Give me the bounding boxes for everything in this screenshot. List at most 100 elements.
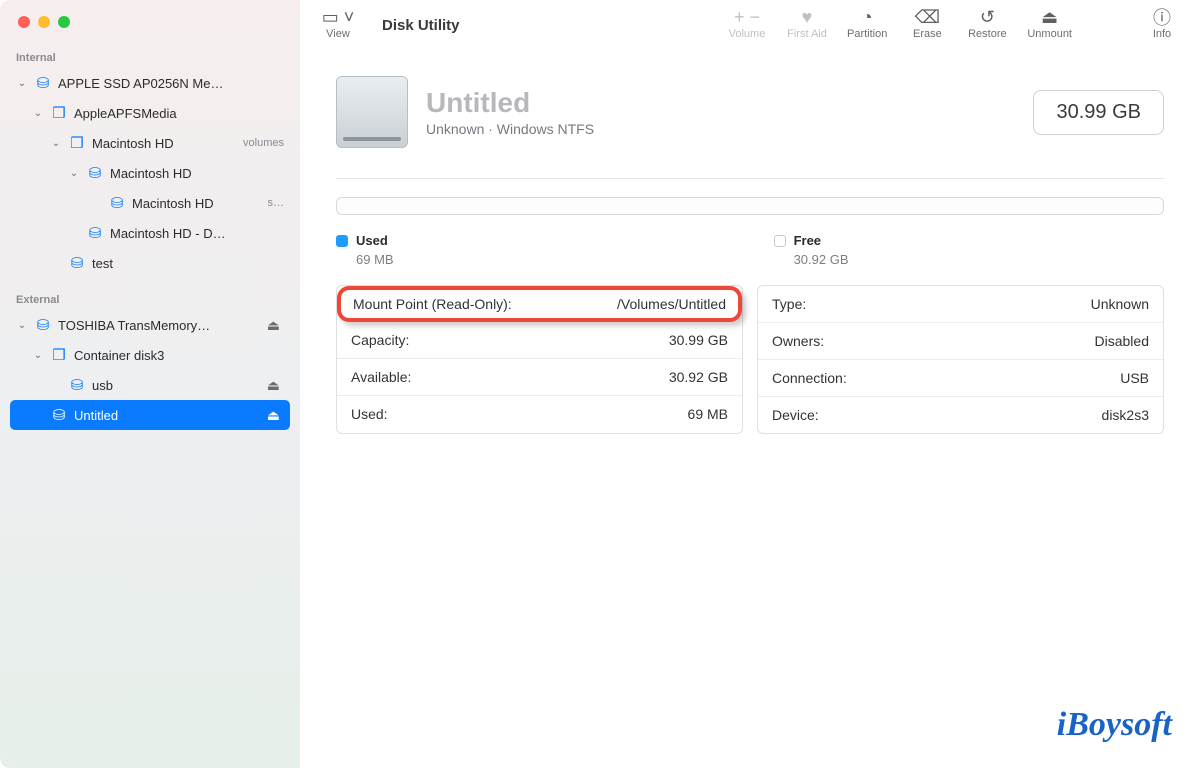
free-label: Free (794, 233, 821, 248)
window: Internal ⌄ ⛁ APPLE SSD AP0256N Me… ⌄ ❒ AppleA… (0, 0, 1200, 768)
sidebar-item-label: test (92, 256, 284, 271)
sidebar-item-label: AppleAPFSMedia (74, 106, 284, 121)
detail-key: Owners: (772, 333, 824, 349)
detail-value: 30.99 GB (669, 332, 728, 348)
sidebar-item[interactable]: ⌄ ⛁ TOSHIBA TransMemory… ⏏ (10, 310, 290, 340)
chevron-down-icon[interactable]: ⌄ (68, 168, 80, 179)
detail-key: Used: (351, 406, 388, 422)
main-pane: ▭ ˅ View Disk Utility + − Volume ♥︎ Firs… (300, 0, 1200, 768)
toolbar: ▭ ˅ View Disk Utility + − Volume ♥︎ Firs… (300, 0, 1200, 54)
plus-minus-icon: + − (734, 6, 760, 28)
detail-row: Available: 30.92 GB (337, 359, 742, 396)
detail-key: Capacity: (351, 332, 409, 348)
detail-key: Type: (772, 296, 806, 312)
stethoscope-icon: ♥︎ (802, 6, 813, 28)
sidebar-item-tag: s… (268, 197, 285, 209)
capacity-badge: 30.99 GB (1033, 90, 1164, 135)
detail-row: Type: Unknown (758, 286, 1163, 323)
disk-icon: ⛁ (86, 224, 104, 242)
sidebar-item[interactable]: ⛁ test (10, 248, 290, 278)
detail-value: Disabled (1095, 333, 1149, 349)
sidebar-item[interactable]: ⌄ ❒ AppleAPFSMedia (10, 98, 290, 128)
detail-row: Connection: USB (758, 360, 1163, 397)
chevron-down-icon[interactable]: ⌄ (32, 350, 44, 361)
detail-key: Mount Point (Read-Only): (353, 296, 512, 312)
sidebar-item[interactable]: ⌄❒Macintosh HDvolumes (10, 128, 290, 158)
eject-icon[interactable]: ⏏ (267, 317, 284, 334)
zoom-icon[interactable] (58, 16, 70, 28)
chevron-down-icon[interactable]: ⌄ (32, 108, 44, 119)
sidebar-item[interactable]: ⛁Macintosh HDs… (10, 188, 290, 218)
sidebar-item[interactable]: ⌄ ❒ Container disk3 (10, 340, 290, 370)
detail-row: Device: disk2s3 (758, 397, 1163, 433)
section-internal: Internal (10, 46, 290, 68)
view-button[interactable]: ▭ ˅ View (318, 6, 358, 40)
detail-key: Available: (351, 369, 411, 385)
detail-value: 30.92 GB (669, 369, 728, 385)
restore-icon: ↺ (980, 6, 995, 28)
sidebar-item-label: Macintosh HD (110, 166, 284, 181)
detail-value: Unknown (1091, 296, 1149, 312)
disk-icon: ⛁ (68, 376, 86, 394)
disk-icon: ⛁ (34, 316, 52, 334)
free-swatch-icon (774, 235, 786, 247)
container-icon: ❒ (50, 346, 68, 364)
pie-icon: ◔ (862, 6, 873, 28)
sidebar-item-label: Container disk3 (74, 348, 284, 363)
detail-row: Used: 69 MB (337, 396, 742, 432)
volume-name: Untitled (426, 87, 1015, 119)
detail-value: 69 MB (688, 406, 728, 422)
sidebar-item[interactable]: ⛁Untitled⏏ (10, 400, 290, 430)
erase-button[interactable]: ⌫ Erase (907, 6, 947, 40)
details-left: Mount Point (Read-Only): /Volumes/Untitle… (336, 285, 743, 434)
detail-key: Device: (772, 407, 819, 423)
partition-button[interactable]: ◔ Partition (847, 6, 887, 40)
container-icon: ❒ (68, 134, 86, 152)
volume-button: + − Volume (727, 6, 767, 40)
section-external: External (10, 288, 290, 310)
detail-value: /Volumes/Untitled (617, 296, 726, 312)
detail-row: Mount Point (Read-Only): /Volumes/Untitle… (337, 286, 742, 322)
used-value: 69 MB (336, 252, 394, 267)
sidebar-item-label: APPLE SSD AP0256N Me… (58, 76, 284, 91)
chevron-down-icon[interactable]: ⌄ (16, 78, 28, 89)
detail-value: USB (1120, 370, 1149, 386)
used-swatch-icon (336, 235, 348, 247)
sidebar-item[interactable]: ⌄ ⛁ Macintosh HD (10, 158, 290, 188)
info-button[interactable]: ⓘ Info (1142, 6, 1182, 40)
disk-icon: ⛁ (108, 194, 126, 212)
app-title: Disk Utility (382, 17, 460, 34)
detail-row: Owners: Disabled (758, 323, 1163, 360)
minimize-icon[interactable] (38, 16, 50, 28)
disk-icon: ⛁ (68, 254, 86, 272)
sidebar-item-label: usb (92, 378, 261, 393)
used-label: Used (356, 233, 388, 248)
erase-icon: ⌫ (915, 6, 940, 28)
window-controls (10, 12, 290, 46)
chevron-down-icon[interactable]: ⌄ (50, 138, 62, 149)
content: Untitled Unknown · Windows NTFS 30.99 GB… (300, 54, 1200, 768)
detail-value: disk2s3 (1102, 407, 1149, 423)
disk-icon: ⛁ (34, 74, 52, 92)
disk-icon: ⛁ (86, 164, 104, 182)
chevron-down-icon[interactable]: ⌄ (16, 320, 28, 331)
sidebar-item-label: Macintosh HD - D… (110, 226, 284, 241)
container-icon: ❒ (50, 104, 68, 122)
unmount-button[interactable]: ⏏ Unmount (1027, 6, 1072, 40)
sidebar-item[interactable]: ⌄ ⛁ APPLE SSD AP0256N Me… (10, 68, 290, 98)
close-icon[interactable] (18, 16, 30, 28)
detail-row: Capacity: 30.99 GB (337, 322, 742, 359)
eject-icon[interactable]: ⏏ (267, 407, 284, 424)
firstaid-button: ♥︎ First Aid (787, 6, 827, 40)
drive-icon (336, 76, 408, 148)
usage-bar (336, 197, 1164, 215)
eject-icon[interactable]: ⏏ (267, 377, 284, 394)
sidebar-item-label: TOSHIBA TransMemory… (58, 318, 261, 333)
detail-key: Connection: (772, 370, 847, 386)
sidebar-item[interactable]: ⛁ usb ⏏ (10, 370, 290, 400)
sidebar-item[interactable]: ⛁ Macintosh HD - D… (10, 218, 290, 248)
restore-button[interactable]: ↺ Restore (967, 6, 1007, 40)
free-value: 30.92 GB (774, 252, 849, 267)
volume-subtitle: Unknown · Windows NTFS (426, 121, 1015, 137)
sidebar-layout-icon: ▭ ˅ (322, 6, 355, 28)
